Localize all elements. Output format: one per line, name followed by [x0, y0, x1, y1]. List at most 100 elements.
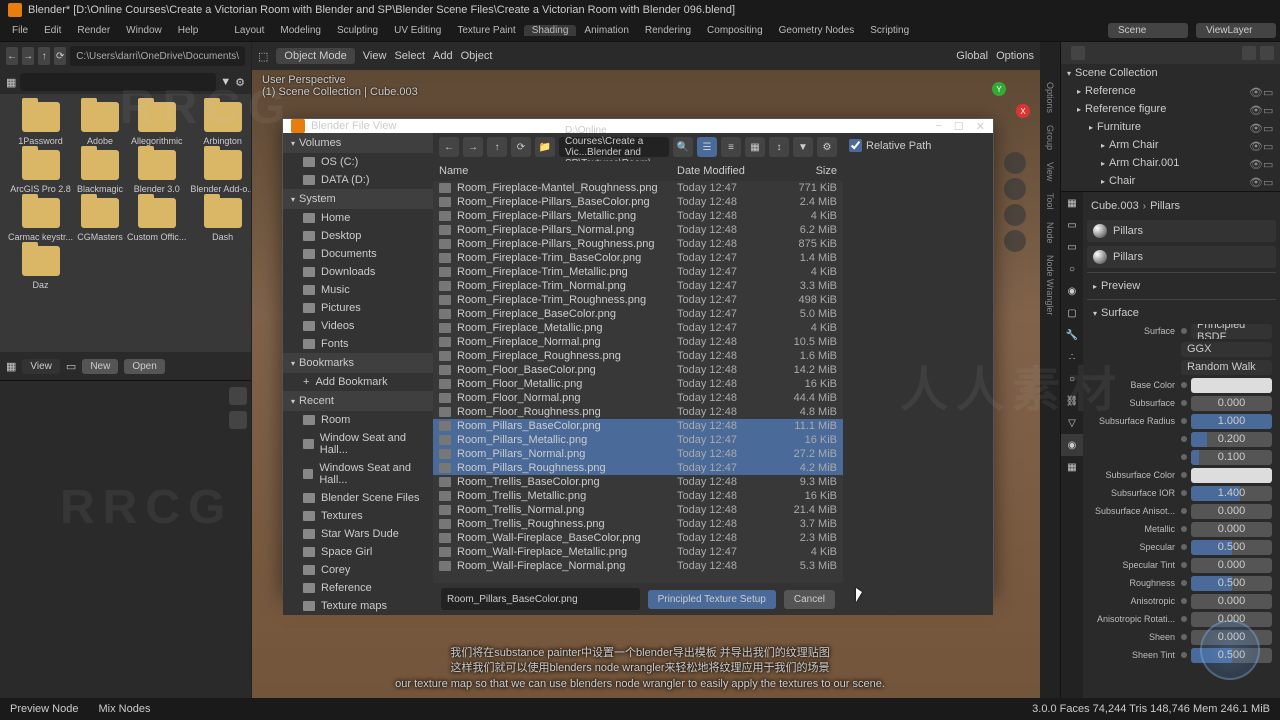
file-row[interactable]: Room_Pillars_Roughness.pngToday 12:474.2… [433, 461, 843, 475]
sidebar-item[interactable]: Star Wars Dude [283, 525, 433, 543]
property-value[interactable]: 0.000 [1191, 396, 1272, 411]
file-row[interactable]: Room_Fireplace-Pillars_Metallic.pngToday… [433, 209, 843, 223]
physics-tab-icon[interactable]: ○ [1061, 368, 1083, 390]
menu-edit[interactable]: Edit [36, 25, 69, 36]
property-value[interactable]: 0.000 [1191, 594, 1272, 609]
sidebar-item[interactable]: Space Girl [283, 543, 433, 561]
material-slot[interactable]: Pillars [1087, 220, 1276, 242]
outliner-item[interactable]: ▸Reference figure👁▭ [1061, 100, 1280, 118]
folder-item[interactable]: Blender Add-o... [190, 150, 251, 194]
minimize-icon[interactable]: − [935, 120, 941, 133]
mode-selector[interactable]: Object Mode [276, 48, 354, 64]
hand-icon[interactable] [229, 411, 247, 429]
file-row[interactable]: Room_Trellis_Metallic.pngToday 12:4816 K… [433, 489, 843, 503]
menu-render[interactable]: Render [69, 25, 118, 36]
list-view-icon[interactable]: ☰ [697, 137, 717, 157]
preview-section[interactable]: ▸Preview [1087, 277, 1276, 295]
file-row[interactable]: Room_Pillars_Metallic.pngToday 12:4716 K… [433, 433, 843, 447]
outliner-filter-icon[interactable] [1242, 46, 1256, 60]
material-tab-icon[interactable]: ◉ [1061, 434, 1083, 456]
folder-item[interactable]: Daz [8, 246, 73, 290]
file-row[interactable]: Room_Wall-Fireplace_BaseColor.pngToday 1… [433, 531, 843, 545]
side-tab[interactable]: Node Wrangler [1045, 255, 1055, 315]
folder-item[interactable]: Blackmagic [77, 150, 123, 194]
maximize-icon[interactable]: ☐ [954, 120, 964, 133]
file-row[interactable]: Room_Fireplace-Trim_Normal.pngToday 12:4… [433, 279, 843, 293]
col-date[interactable]: Date Modified [677, 165, 767, 177]
workspace-tab[interactable]: Layout [226, 25, 272, 36]
workspace-tab[interactable]: Rendering [637, 25, 699, 36]
property-value[interactable]: 0.000 [1191, 558, 1272, 573]
folder-item[interactable]: CGMasters [77, 198, 123, 242]
outliner-item[interactable]: ▸Arm Chair.001👁▭ [1061, 154, 1280, 172]
file-row[interactable]: Room_Fireplace-Pillars_BaseColor.pngToda… [433, 195, 843, 209]
side-tab[interactable]: Options [1045, 82, 1055, 113]
workspace-tab[interactable]: Shading [524, 25, 577, 36]
world-tab-icon[interactable]: ◉ [1061, 280, 1083, 302]
file-row[interactable]: Room_Fireplace-Trim_Metallic.pngToday 12… [433, 265, 843, 279]
object-menu[interactable]: Object [461, 50, 493, 62]
sidebar-item[interactable]: Corey [283, 561, 433, 579]
workspace-tab[interactable]: Geometry Nodes [771, 25, 863, 36]
file-row[interactable]: Room_Wall-Fireplace_Metallic.pngToday 12… [433, 545, 843, 559]
menu-file[interactable]: File [4, 25, 36, 36]
data-tab-icon[interactable]: ▽ [1061, 412, 1083, 434]
search-icon[interactable]: 🔍 [673, 137, 693, 157]
new-button[interactable]: New [82, 359, 118, 374]
sidebar-item[interactable]: Room [283, 411, 433, 429]
side-tab[interactable]: View [1045, 162, 1055, 181]
side-tab[interactable]: Tool [1045, 193, 1055, 210]
property-value[interactable]: 0.000 [1191, 504, 1272, 519]
file-row[interactable]: Room_Trellis_BaseColor.pngToday 12:489.3… [433, 475, 843, 489]
side-tab[interactable]: Node [1045, 222, 1055, 244]
sidebar-item[interactable]: Windows Seat and Hall... [283, 459, 433, 489]
property-value[interactable]: 0.000 [1191, 612, 1272, 627]
open-button[interactable]: Open [124, 359, 164, 374]
viewlayer-selector[interactable]: ViewLayer [1196, 23, 1276, 38]
new-folder-icon[interactable]: 📁 [535, 137, 555, 157]
file-row[interactable]: Room_Fireplace-Mantel_Roughness.pngToday… [433, 181, 843, 195]
property-value[interactable]: 0.200 [1191, 432, 1272, 447]
editor-type-icon[interactable]: ⬚ [258, 50, 268, 63]
select-menu[interactable]: Select [394, 50, 425, 62]
file-row[interactable]: Room_Fireplace-Trim_Roughness.pngToday 1… [433, 293, 843, 307]
file-row[interactable]: Room_Trellis_Roughness.pngToday 12:483.7… [433, 517, 843, 531]
orientation[interactable]: Global [956, 50, 988, 62]
path-field[interactable]: C:\Users\darri\OneDrive\Documents\ [70, 46, 245, 66]
sidebar-item[interactable]: Reference [283, 579, 433, 597]
workspace-tab[interactable]: Animation [576, 25, 636, 36]
col-name[interactable]: Name [439, 165, 677, 177]
folder-item[interactable]: Dash [190, 198, 251, 242]
sidebar-item[interactable]: Desktop [283, 227, 433, 245]
sidebar-item[interactable]: OS (C:) [283, 153, 433, 171]
sidebar-item[interactable]: Pictures [283, 299, 433, 317]
folder-item[interactable]: Custom Offic... [127, 198, 186, 242]
volumes-header[interactable]: ▾Volumes [283, 133, 433, 153]
view-menu[interactable]: View [363, 50, 387, 62]
outliner-item[interactable]: ▸Chair👁▭ [1061, 172, 1280, 190]
filename-field[interactable]: Room_Pillars_BaseColor.png [441, 588, 640, 610]
surface-section[interactable]: ▾Surface [1087, 304, 1276, 322]
outliner-new-icon[interactable] [1260, 46, 1274, 60]
confirm-button[interactable]: Principled Texture Setup [648, 590, 776, 609]
file-row[interactable]: Room_Fireplace_Roughness.pngToday 12:481… [433, 349, 843, 363]
property-value[interactable]: 0.000 [1191, 522, 1272, 537]
folder-item[interactable]: Arbington [190, 102, 251, 146]
outliner-item[interactable]: ▾Scene Collection [1061, 64, 1280, 82]
nav-refresh-icon[interactable]: ⟳ [511, 137, 531, 157]
outliner-item[interactable]: ▸Arm Chair👁▭ [1061, 136, 1280, 154]
constraint-tab-icon[interactable]: ⛓ [1061, 390, 1083, 412]
file-row[interactable]: Room_Floor_BaseColor.pngToday 12:4814.2 … [433, 363, 843, 377]
sidebar-item[interactable]: DATA (D:) [283, 171, 433, 189]
sidebar-item[interactable]: Fonts [283, 335, 433, 353]
workspace-tab[interactable]: Sculpting [329, 25, 386, 36]
nav-back-icon[interactable]: ← [439, 137, 459, 157]
persp-gizmo-icon[interactable] [1004, 230, 1026, 252]
property-value[interactable]: 1.400 [1191, 486, 1272, 501]
property-value[interactable] [1191, 468, 1272, 483]
bookmarks-header[interactable]: ▾Bookmarks [283, 353, 433, 373]
sidebar-item[interactable]: Documents [283, 245, 433, 263]
folder-item[interactable]: Adobe [77, 102, 123, 146]
thumb-view-icon[interactable]: ▦ [745, 137, 765, 157]
property-value[interactable]: 0.500 [1191, 540, 1272, 555]
